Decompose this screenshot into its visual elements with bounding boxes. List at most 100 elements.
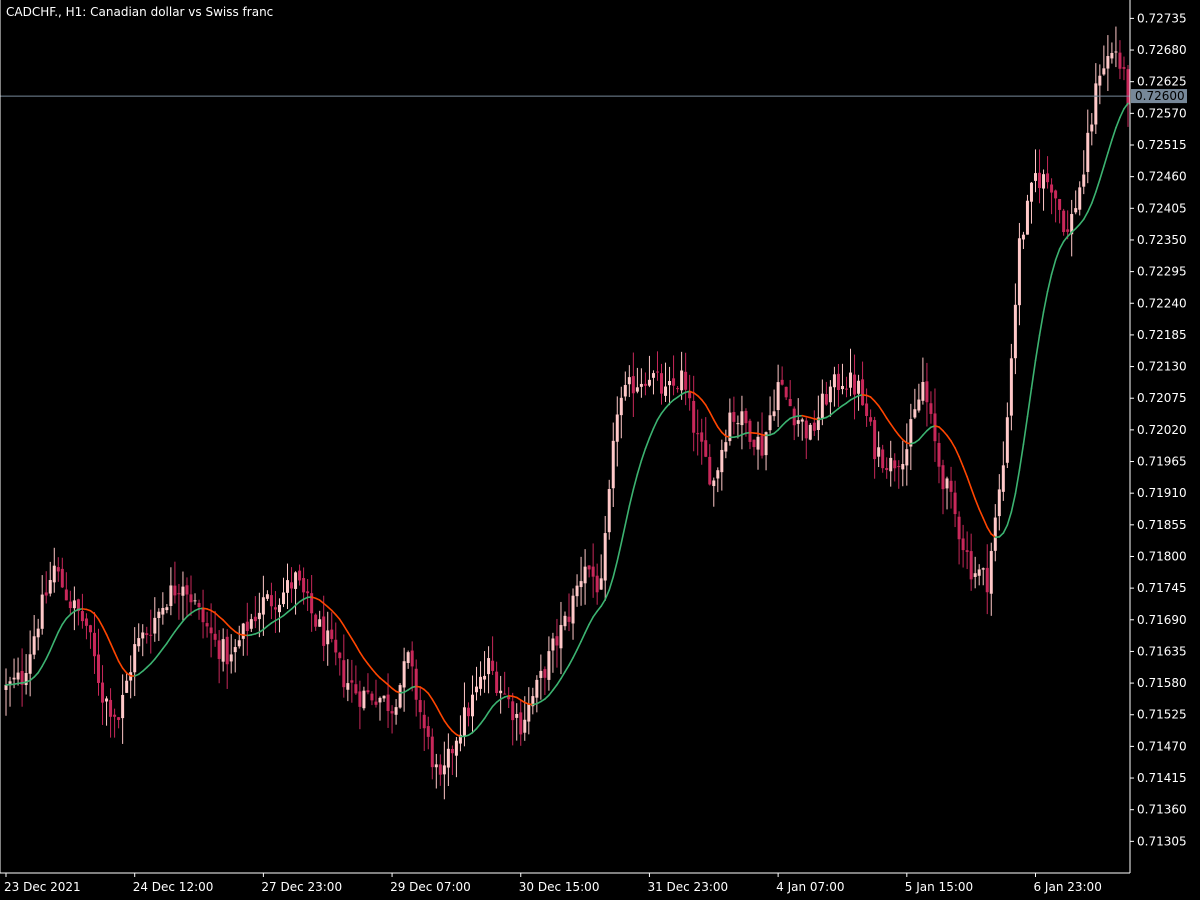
candle-body	[595, 575, 599, 593]
candle	[294, 571, 298, 615]
candle	[149, 609, 153, 654]
candle	[547, 636, 551, 691]
candle	[491, 636, 495, 676]
candle-body	[704, 440, 708, 457]
candle	[764, 431, 768, 471]
candle	[559, 601, 563, 675]
candle-body	[201, 607, 205, 623]
y-tick-label: 0.71305	[1137, 834, 1187, 848]
x-tick-label: 29 Dec 07:00	[390, 880, 471, 894]
moving-average-segment	[154, 653, 160, 660]
moving-average-segment	[544, 694, 550, 700]
candle	[660, 363, 664, 405]
candle	[800, 417, 804, 441]
candle-body	[945, 478, 949, 489]
moving-average-segment	[604, 589, 611, 601]
candle-body	[1054, 190, 1058, 199]
candle-body	[1106, 56, 1110, 69]
candle-body	[36, 628, 40, 638]
candle	[571, 588, 575, 640]
candle-body	[925, 381, 929, 403]
candle-body	[366, 690, 370, 693]
candle	[812, 410, 816, 436]
candle	[816, 395, 820, 441]
candle-body	[933, 413, 937, 442]
x-tick-label: 6 Jan 23:00	[1033, 880, 1101, 894]
candle	[141, 624, 145, 657]
moving-average-segment	[443, 719, 450, 728]
candle	[298, 564, 302, 586]
candle	[366, 673, 370, 695]
candle-body	[1013, 304, 1017, 359]
candle-body	[28, 654, 32, 674]
moving-average-segment	[624, 505, 631, 526]
candle-body	[768, 415, 772, 431]
candle	[410, 641, 414, 692]
candle-body	[961, 538, 965, 551]
moving-average-segment	[226, 623, 233, 630]
candle-body	[354, 684, 358, 694]
candle-body	[1122, 67, 1126, 69]
candle-body	[157, 611, 161, 618]
moving-average-segment	[355, 644, 361, 654]
candle	[48, 561, 52, 597]
candle-body	[277, 604, 281, 613]
candle-body	[643, 383, 647, 386]
candle	[169, 567, 173, 616]
candle	[1102, 45, 1106, 76]
candle-body	[346, 683, 350, 690]
candle-body	[306, 591, 310, 594]
candle	[273, 591, 277, 633]
candle	[603, 515, 607, 601]
price-chart[interactable]: 0.72735 0.72680 0.72625 0.72570 0.72515 0.724…	[0, 0, 1200, 900]
moving-average-segment	[178, 620, 184, 628]
moving-average-segment	[222, 619, 228, 626]
candle	[672, 355, 676, 396]
moving-average-segment	[483, 711, 490, 720]
candle	[97, 628, 101, 696]
candle	[1038, 149, 1042, 204]
candle	[623, 371, 627, 401]
candle	[181, 571, 185, 621]
candle-body	[185, 585, 189, 595]
moving-average-segment	[580, 631, 586, 643]
candle	[515, 703, 519, 741]
candle-body	[169, 585, 173, 606]
candle-body	[1038, 172, 1042, 189]
moving-average-segment	[893, 429, 900, 436]
candle	[84, 613, 88, 640]
candle	[358, 680, 362, 730]
moving-average-segment	[600, 598, 607, 607]
candle-body	[113, 714, 117, 717]
candle-body	[756, 436, 760, 450]
candle	[1094, 63, 1098, 134]
candle-body	[615, 414, 619, 442]
candle	[1086, 109, 1090, 184]
candle-body	[909, 419, 913, 447]
candle-body	[406, 652, 410, 664]
candle	[56, 557, 60, 582]
candle-body	[109, 699, 113, 717]
moving-average-segment	[117, 660, 124, 669]
moving-average-segment	[1010, 493, 1017, 513]
candle	[177, 583, 181, 620]
moving-average-segment	[1103, 152, 1109, 168]
candle	[334, 622, 338, 666]
candle	[479, 661, 483, 696]
candle-body	[249, 619, 253, 629]
moving-average-segment	[343, 624, 349, 634]
moving-average-segment	[938, 426, 944, 432]
candle	[655, 351, 659, 381]
candle	[1082, 150, 1086, 195]
candle-body	[776, 382, 780, 411]
candle	[555, 618, 559, 668]
candle-body	[551, 638, 555, 651]
candle-body	[812, 422, 816, 431]
moving-average-segment	[351, 637, 357, 647]
candle-body	[1025, 200, 1029, 235]
moving-average-segment	[612, 560, 619, 578]
moving-average-segment	[105, 633, 112, 645]
candle-body	[52, 565, 56, 583]
candle-body	[338, 652, 342, 659]
candle-body	[559, 625, 563, 649]
